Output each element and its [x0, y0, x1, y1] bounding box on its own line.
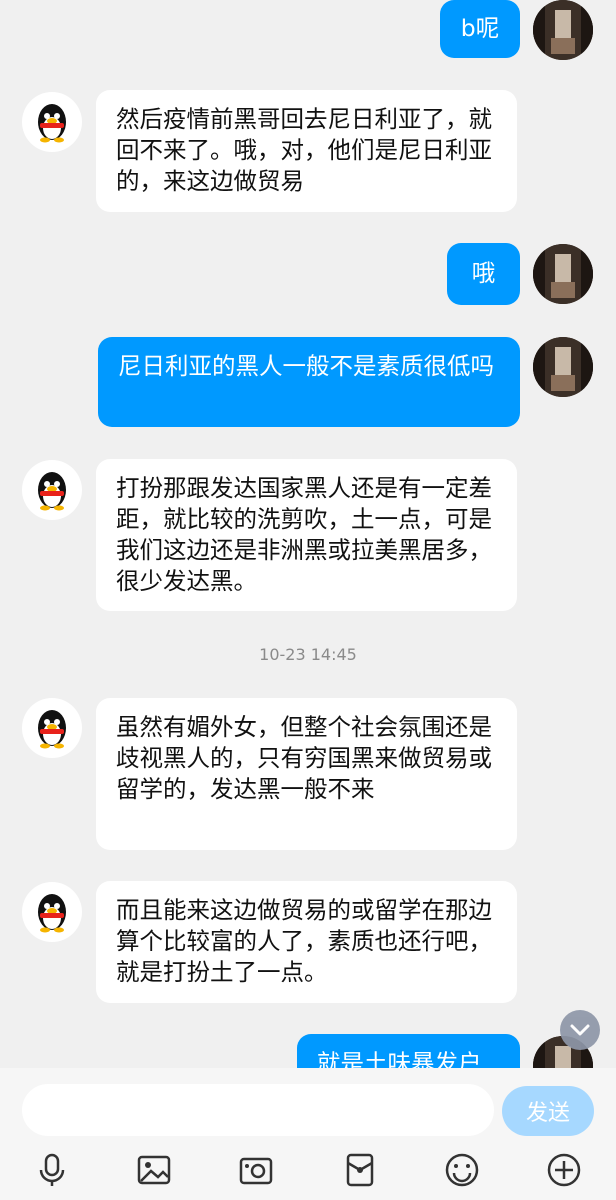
image-icon[interactable] [134, 1150, 174, 1190]
qq-penguin-icon [38, 710, 66, 749]
message-bubble[interactable]: 虽然有媚外女，但整个社会氛围还是歧视黑人的，只有穷国黑来做贸易或留学的，发达黑一… [96, 698, 517, 850]
avatar[interactable] [22, 882, 82, 942]
message-bubble[interactable]: 打扮那跟发达国家黑人还是有一定差距，就比较的洗剪吹，土一点，可是我们这边还是非洲… [96, 459, 517, 611]
emoji-icon[interactable] [442, 1150, 482, 1190]
message-bubble[interactable]: 尼日利亚的黑人一般不是素质很低吗 [98, 337, 520, 427]
avatar[interactable] [22, 92, 82, 152]
avatar[interactable] [533, 337, 593, 397]
message-input[interactable] [22, 1084, 494, 1136]
chevron-down-icon [570, 1024, 590, 1036]
scroll-to-bottom-button[interactable] [560, 1010, 600, 1050]
red-packet-icon[interactable] [340, 1150, 380, 1190]
qq-penguin-icon [38, 472, 66, 511]
message-bubble[interactable]: b呢 [440, 0, 520, 58]
avatar[interactable] [533, 244, 593, 304]
avatar[interactable] [22, 460, 82, 520]
avatar[interactable] [533, 0, 593, 60]
message-bubble[interactable]: 然后疫情前黑哥回去尼日利亚了，就回不来了。哦，对，他们是尼日利亚的，来这边做贸易 [96, 90, 517, 212]
plus-icon[interactable] [544, 1150, 584, 1190]
mic-icon[interactable] [32, 1150, 72, 1190]
input-bar: 发送 [0, 1068, 616, 1200]
qq-penguin-icon [38, 894, 66, 933]
message-bubble[interactable]: 而且能来这边做贸易的或留学在那边算个比较富的人了，素质也还行吧，就是打扮土了一点… [96, 881, 517, 1003]
camera-icon[interactable] [236, 1150, 276, 1190]
avatar[interactable] [22, 698, 82, 758]
timestamp: 10-23 14:45 [259, 645, 357, 664]
message-bubble[interactable]: 哦 [447, 243, 520, 305]
send-button[interactable]: 发送 [502, 1086, 594, 1136]
qq-penguin-icon [38, 104, 66, 143]
